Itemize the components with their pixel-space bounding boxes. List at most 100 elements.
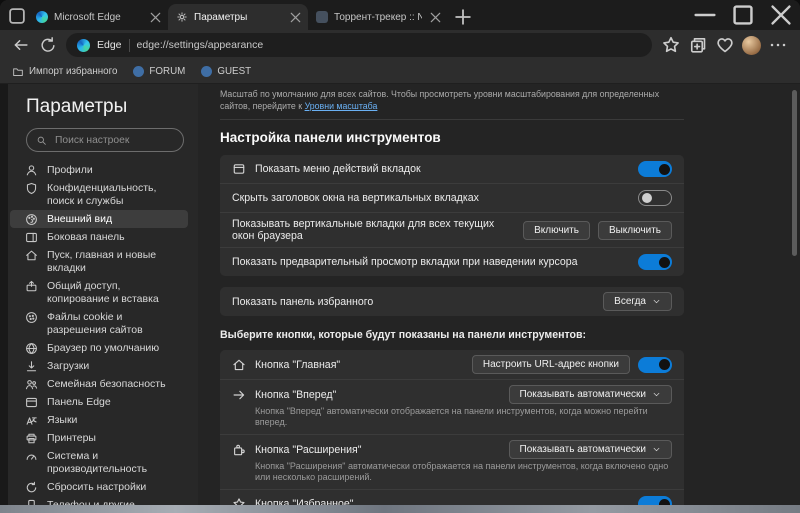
bookmark-label: GUEST (217, 66, 252, 77)
sidebar-item-reset[interactable]: Сбросить настройки (10, 478, 188, 496)
sidebar-item-start-home[interactable]: Пуск, главная и новые вкладки (10, 246, 188, 277)
tab-close-icon[interactable] (288, 10, 303, 25)
tab-nnm-club[interactable]: Торрент-трекер :: NNM-Club (308, 4, 448, 30)
setting-row-forward-button: Кнопка "Вперед" Показывать автоматически… (220, 379, 684, 434)
select-value: Показывать автоматически (519, 389, 646, 400)
setting-row-vertical-tabs: Показывать вертикальные вкладки для всех… (220, 212, 684, 247)
bookmark-forum[interactable]: FORUM (133, 66, 185, 77)
share-icon (25, 280, 38, 293)
zoom-note: Масштаб по умолчанию для всех сайтов. Чт… (220, 88, 684, 120)
tab-actions-toggle[interactable] (638, 161, 672, 177)
download-icon (25, 360, 38, 373)
buttons-heading: Выберите кнопки, которые будут показаны … (220, 329, 587, 341)
configure-home-url-button[interactable]: Настроить URL-адрес кнопки (471, 355, 630, 374)
page-body: Параметры Профили Конфиденциальность, пои… (0, 84, 800, 505)
gear-icon (176, 11, 188, 23)
scrollbar[interactable] (792, 86, 797, 505)
forward-button-select[interactable]: Показывать автоматически (508, 385, 672, 404)
back-icon[interactable] (12, 36, 30, 54)
sidebar-item-label: Файлы cookie и разрешения сайтов (47, 310, 143, 336)
address-separator (128, 38, 130, 52)
sidebar-item-family[interactable]: Семейная безопасность (10, 375, 188, 393)
bookmark-guest[interactable]: GUEST (201, 66, 251, 77)
tab-close-icon[interactable] (148, 10, 163, 25)
sidebar-item-downloads[interactable]: Загрузки (10, 357, 188, 375)
browser-essentials-icon[interactable] (715, 35, 735, 55)
sidebar-item-label: Сбросить настройки (47, 480, 147, 493)
sidebar-item-share-copy[interactable]: Общий доступ, копирование и вставка (10, 277, 188, 308)
sidebar-item-cookies[interactable]: Файлы cookie и разрешения сайтов (10, 308, 188, 339)
close-button[interactable] (762, 0, 800, 30)
search-input[interactable] (53, 133, 174, 147)
palette-icon (25, 213, 38, 226)
family-icon (25, 378, 38, 391)
home-button-toggle[interactable] (638, 356, 672, 373)
collections-icon[interactable] (688, 35, 708, 55)
printer-icon (25, 432, 38, 445)
folder-icon (12, 66, 24, 78)
sidebar-item-appearance[interactable]: Внешний вид (10, 210, 188, 228)
setting-label: Кнопка "Расширения" (255, 443, 362, 456)
setting-row-hide-title: Скрыть заголовок окна на вертикальных вк… (220, 183, 684, 212)
tab-close-icon[interactable] (428, 10, 443, 25)
sidebar-item-languages[interactable]: Языки (10, 411, 188, 429)
setting-label: Кнопка "Главная" (255, 358, 341, 371)
toolbar-right-icons (661, 35, 788, 55)
select-value: Показывать автоматически (519, 444, 646, 455)
sidebar-item-profiles[interactable]: Профили (10, 161, 188, 179)
maximize-button[interactable] (724, 0, 762, 30)
setting-label: Показать предварительный просмотр вкладк… (232, 256, 578, 268)
edge-logo-icon (36, 11, 48, 23)
favorites-bar-card: Показать панель избранного Всегда (220, 287, 684, 316)
toolbar-settings-card: Показать меню действий вкладок Скрыть за… (220, 155, 684, 276)
favorites-button-toggle[interactable] (638, 496, 672, 505)
sidebar-item-default-browser[interactable]: Браузер по умолчанию (10, 339, 188, 357)
setting-row-tab-preview: Показать предварительный просмотр вкладк… (220, 247, 684, 276)
sidebar-item-phone[interactable]: Телефон и другие устройства (10, 496, 188, 505)
site-favicon-icon (133, 66, 145, 77)
refresh-icon[interactable] (39, 36, 57, 54)
tab-strip: Microsoft Edge Параметры Торрент-трекер … (28, 4, 474, 30)
sidebar-item-sidebar[interactable]: Боковая панель (10, 228, 188, 246)
sidebar-item-label: Браузер по умолчанию (47, 341, 160, 354)
shield-icon (25, 182, 38, 195)
tab-settings[interactable]: Параметры (168, 4, 308, 30)
setting-row-home-button: Кнопка "Главная" Настроить URL-адрес кно… (220, 350, 684, 379)
extensions-icon (232, 443, 246, 457)
disable-button[interactable]: Выключить (597, 220, 672, 240)
extensions-button-select[interactable]: Показывать автоматически (508, 440, 672, 459)
setting-label: Показать панель избранного (232, 295, 374, 308)
sidebar-item-printers[interactable]: Принтеры (10, 429, 188, 447)
tab-microsoft-edge[interactable]: Microsoft Edge (28, 4, 168, 30)
window-controls (686, 0, 800, 30)
settings-sidebar: Параметры Профили Конфиденциальность, пои… (8, 84, 198, 505)
new-tab-button[interactable] (452, 6, 474, 28)
enable-button[interactable]: Включить (523, 220, 590, 240)
setting-row-favorites-bar: Показать панель избранного Всегда (220, 287, 684, 316)
minimize-button[interactable] (686, 0, 724, 30)
zoom-note-text: Масштаб по умолчанию для всех сайтов. Чт… (220, 89, 660, 111)
select-value: Всегда (614, 296, 646, 307)
scrollbar-thumb[interactable] (792, 90, 797, 256)
address-bar[interactable]: Edge edge://settings/appearance (66, 33, 652, 57)
favorites-icon[interactable] (661, 35, 681, 55)
tab-title: Торрент-трекер :: NNM-Club (334, 11, 422, 23)
window-menu-icon[interactable] (6, 3, 28, 29)
setting-label: Показать меню действий вкладок (255, 163, 421, 175)
setting-row-tab-actions: Показать меню действий вкладок (220, 155, 684, 183)
setting-label: Скрыть заголовок окна на вертикальных вк… (232, 192, 479, 204)
sidebar-item-label: Конфиденциальность, поиск и службы (47, 181, 157, 207)
sidebar-item-privacy[interactable]: Конфиденциальность, поиск и службы (10, 179, 188, 210)
sidebar-item-edge-bar[interactable]: Панель Edge (10, 393, 188, 411)
profile-avatar[interactable] (742, 35, 761, 55)
hide-title-toggle[interactable] (638, 190, 672, 206)
sidebar-item-label: Пуск, главная и новые вкладки (47, 248, 157, 274)
settings-search[interactable] (26, 128, 184, 152)
more-menu-icon[interactable] (768, 35, 788, 55)
favorites-bar-select[interactable]: Всегда (603, 292, 672, 311)
panel-icon (25, 231, 38, 244)
sidebar-item-system[interactable]: Система и производительность (10, 447, 188, 478)
bookmark-import-favorites[interactable]: Импорт избранного (12, 66, 117, 78)
tab-preview-toggle[interactable] (638, 254, 672, 270)
zoom-levels-link[interactable]: Уровни масштаба (305, 101, 378, 111)
